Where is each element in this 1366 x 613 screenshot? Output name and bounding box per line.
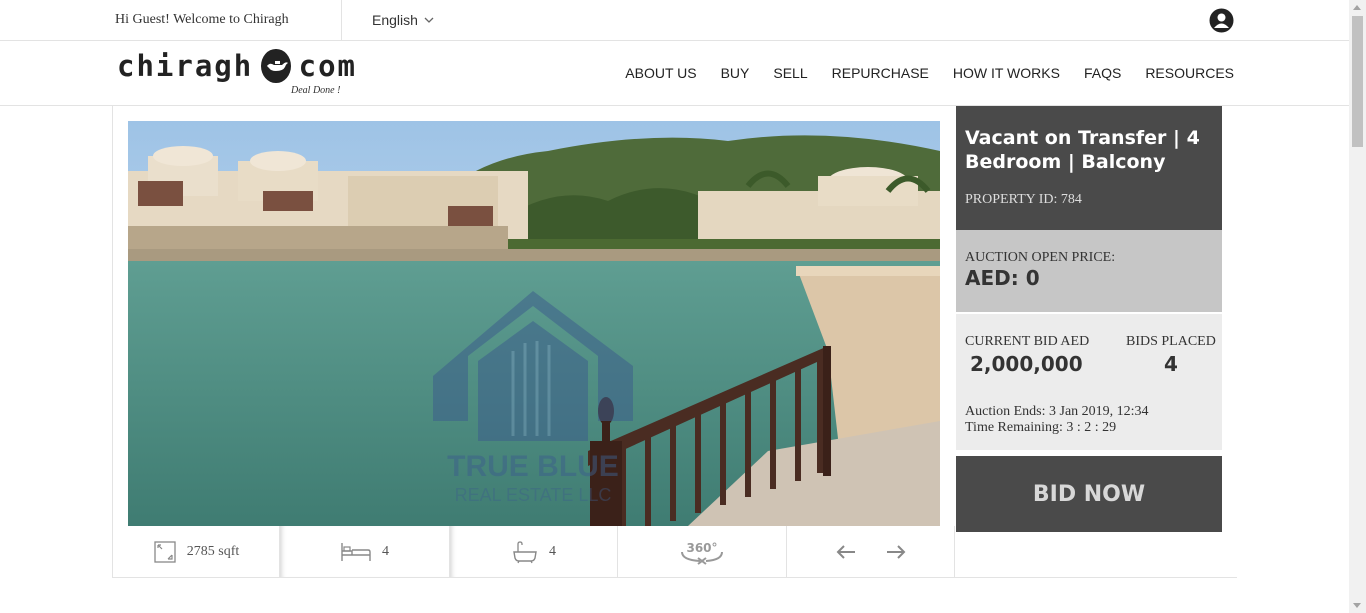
view-360-label: 360° xyxy=(686,541,717,555)
open-price-value: AED: 0 xyxy=(965,266,1040,290)
bathtub-icon xyxy=(513,541,537,564)
scroll-down-icon[interactable] xyxy=(1353,603,1361,608)
arrow-left-icon[interactable] xyxy=(835,544,857,560)
bid-now-label: BID NOW xyxy=(1032,481,1146,507)
divider xyxy=(113,577,1237,578)
site-logo[interactable]: chiragh com Deal Done ! xyxy=(117,49,357,99)
logo-text-left: chiragh xyxy=(117,49,254,83)
stat-bedrooms: 4 xyxy=(280,526,450,578)
user-account-icon[interactable] xyxy=(1209,8,1234,33)
property-stats-bar: 2785 sqft 4 4 360° xyxy=(113,526,955,578)
watermark-text: TRUE BLUE xyxy=(447,450,619,483)
gallery-nav xyxy=(787,526,955,578)
auction-ends: Auction Ends: 3 Jan 2019, 12:34 xyxy=(965,404,1149,419)
nav-buy[interactable]: BUY xyxy=(721,65,750,81)
divider xyxy=(341,0,342,40)
area-value: 2785 sqft xyxy=(186,544,240,559)
content-frame-line xyxy=(112,106,113,578)
property-id: PROPERTY ID: 784 xyxy=(965,192,1082,207)
nav-faqs[interactable]: FAQS xyxy=(1084,65,1121,81)
nav-sell[interactable]: SELL xyxy=(773,65,807,81)
property-side-panel: Vacant on Transfer | 4 Bedroom | Balcony… xyxy=(956,106,1222,532)
open-price-label: AUCTION OPEN PRICE: xyxy=(965,250,1116,265)
bid-now-button[interactable]: BID NOW xyxy=(956,456,1222,532)
nav-how-it-works[interactable]: HOW IT WORKS xyxy=(953,65,1060,81)
arrow-right-icon[interactable] xyxy=(885,544,907,560)
floor-plan-icon xyxy=(154,541,176,563)
main-header: chiragh com Deal Done ! ABOUT US BUY SEL… xyxy=(0,41,1349,106)
stat-bathrooms: 4 xyxy=(450,526,618,578)
logo-tagline: Deal Done ! xyxy=(291,85,341,96)
bathrooms-value: 4 xyxy=(549,544,556,559)
lamp-icon xyxy=(261,49,291,83)
open-price-panel: AUCTION OPEN PRICE: AED: 0 xyxy=(956,230,1222,312)
property-photo: TRUE BLUE REAL ESTATE LLC xyxy=(128,121,940,526)
welcome-text: Hi Guest! Welcome to Chiragh xyxy=(115,12,289,27)
bids-placed-label: BIDS PLACED xyxy=(1126,334,1216,349)
stat-area: 2785 sqft xyxy=(113,526,280,578)
current-bid-value: 2,000,000 xyxy=(970,352,1083,376)
current-bid-label: CURRENT BID AED xyxy=(965,334,1090,349)
nav-repurchase[interactable]: REPURCHASE xyxy=(832,65,929,81)
bids-placed-value: 4 xyxy=(1163,352,1178,376)
scroll-thumb[interactable] xyxy=(1352,16,1363,147)
view-360-button[interactable]: 360° xyxy=(618,526,787,578)
title-panel: Vacant on Transfer | 4 Bedroom | Balcony… xyxy=(956,106,1222,230)
language-selector[interactable]: English xyxy=(372,12,434,28)
nav-about-us[interactable]: ABOUT US xyxy=(625,65,696,81)
rotate-360-icon: 360° xyxy=(681,541,723,565)
language-label: English xyxy=(372,12,418,28)
property-title: Vacant on Transfer | 4 Bedroom | Balcony xyxy=(965,127,1200,173)
logo-text-right: com xyxy=(298,49,357,83)
main-nav: ABOUT US BUY SELL REPURCHASE HOW IT WORK… xyxy=(625,65,1234,81)
watermark-subtext: REAL ESTATE LLC xyxy=(455,485,612,505)
time-remaining: Time Remaining: 3 : 2 : 29 xyxy=(965,420,1117,435)
bedrooms-value: 4 xyxy=(382,544,389,559)
page-scrollbar[interactable] xyxy=(1349,0,1366,613)
top-bar: Hi Guest! Welcome to Chiragh English xyxy=(0,0,1349,41)
scroll-up-icon[interactable] xyxy=(1353,5,1361,10)
bid-info-panel: CURRENT BID AED 2,000,000 BIDS PLACED 4 … xyxy=(956,314,1222,450)
chevron-down-icon xyxy=(424,17,434,23)
nav-resources[interactable]: RESOURCES xyxy=(1145,65,1234,81)
bed-icon xyxy=(341,543,371,561)
